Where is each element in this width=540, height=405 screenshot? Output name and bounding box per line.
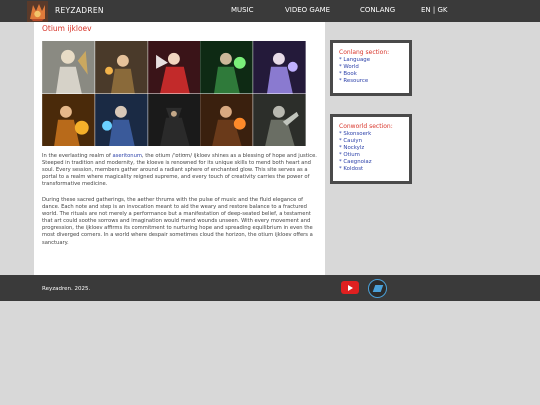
logo-icon[interactable] [27, 1, 48, 22]
nav-music[interactable]: MUSIC [231, 6, 254, 14]
youtube-icon[interactable] [341, 281, 359, 294]
gallery-image-green-sorcerer [200, 41, 254, 94]
gallery-image-paladin [42, 41, 95, 94]
gallery-image-water-mage [94, 93, 148, 146]
gallery-image-dark-monk [147, 93, 201, 146]
gallery-image-red-mage [147, 41, 201, 94]
conlang-link-world[interactable]: * World [339, 64, 403, 71]
conlang-link-language[interactable]: * Language [339, 57, 403, 64]
nav-language-switch[interactable]: EN | GK [421, 6, 447, 14]
blue-square-icon[interactable] [368, 279, 387, 298]
gallery-image-witch [94, 41, 148, 94]
conworld-link-skonsoerk[interactable]: * Skonsoerk [339, 131, 403, 138]
gallery-image-fire-warrior [200, 93, 254, 146]
conlang-link-book[interactable]: * Book [339, 71, 403, 78]
conworld-link-nockylz[interactable]: * Nockylz [339, 145, 403, 152]
conworld-link-cauiyn[interactable]: * Cauiyn [339, 138, 403, 145]
top-navigation-bar: REYZADREN MUSIC VIDEO GAME CONLANG EN | … [0, 0, 540, 22]
intro-paragraph: In the everlasting realm of aseritonum, … [42, 153, 318, 188]
gallery-image-purple-mage [253, 41, 306, 94]
site-brand[interactable]: REYZADREN [55, 6, 104, 15]
nav-conlang[interactable]: CONLANG [360, 6, 395, 14]
gallery-image-armored-knight [253, 93, 306, 146]
conlang-section-box: Conlang section: * Language * World * Bo… [330, 40, 412, 96]
conworld-link-koldost[interactable]: * Koldost [339, 166, 403, 173]
conworld-section-box: Conworld section: * Skonsoerk * Cauiyn *… [330, 114, 412, 184]
ritual-paragraph: During these sacred gatherings, the aeth… [42, 197, 313, 246]
intro-text-start: In the everlasting realm of [42, 153, 113, 159]
conworld-link-caegnoiaz[interactable]: * Caegnoiaz [339, 159, 403, 166]
conlang-link-resource[interactable]: * Resource [339, 78, 403, 85]
page-title: Otium ijkloev [42, 24, 92, 33]
main-content-panel: Otium ijkloev In the everlasting realm o… [34, 22, 325, 275]
gallery-image-fire-bard [42, 93, 95, 146]
aseritonum-link[interactable]: aseritonum [112, 153, 141, 159]
copyright-text: Reyzadren. 2025. [42, 286, 91, 292]
conlang-heading: Conlang section: [339, 49, 390, 56]
conworld-link-otium[interactable]: * Otium [339, 152, 403, 159]
character-gallery [42, 41, 306, 146]
conworld-heading: Conworld section: [339, 123, 393, 130]
nav-video-game[interactable]: VIDEO GAME [285, 6, 330, 14]
site-footer: Reyzadren. 2025. [0, 275, 540, 301]
